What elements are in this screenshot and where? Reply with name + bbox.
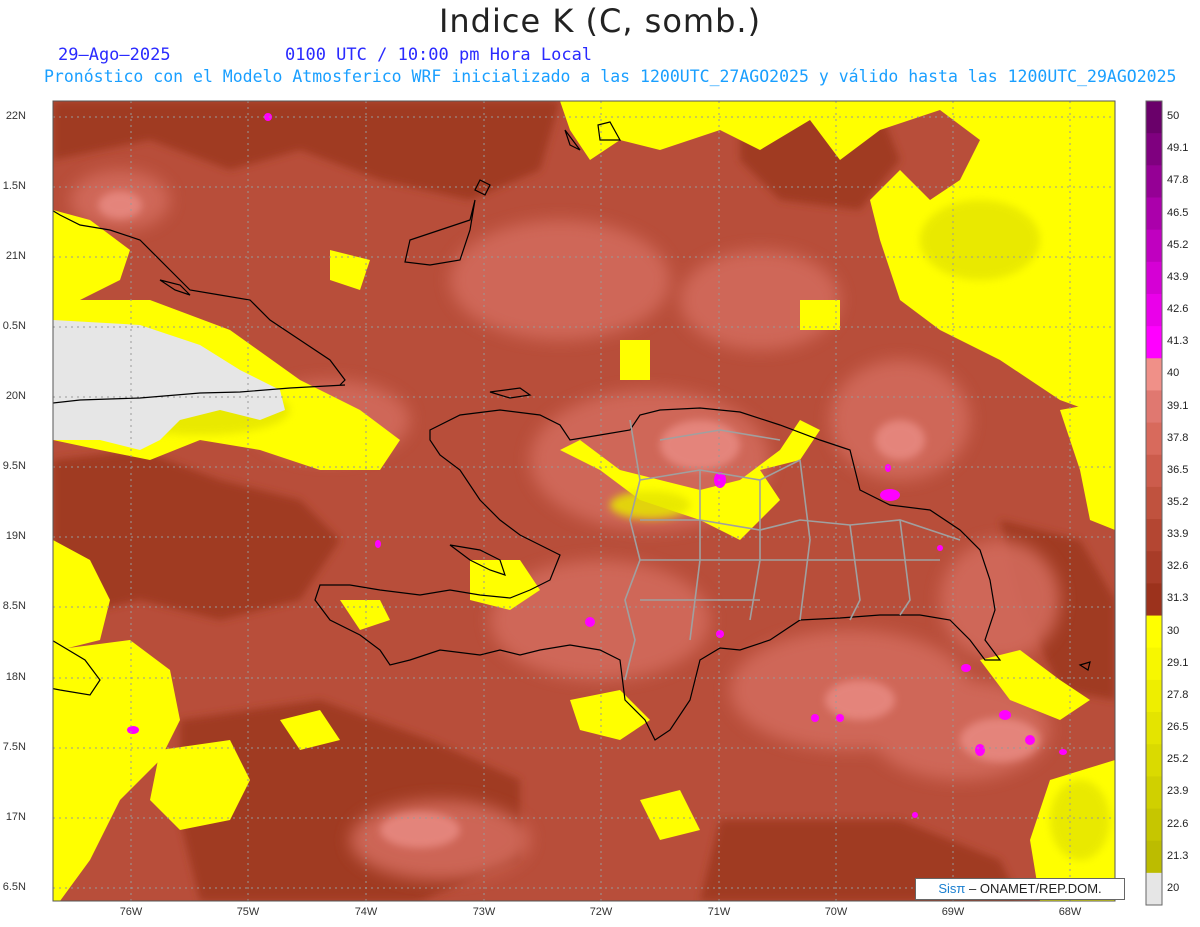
colorbar-swatch xyxy=(1146,872,1162,906)
lon-label: 74W xyxy=(354,906,378,918)
lat-label: 19N xyxy=(5,530,26,542)
colorbar-label: 43.9 xyxy=(1167,270,1189,283)
colorbar-label: 33.9 xyxy=(1167,528,1189,541)
colorbar-label: 26.5 xyxy=(1167,721,1189,734)
k-index-map xyxy=(52,100,1163,906)
colorbar-label: 22.6 xyxy=(1167,817,1189,830)
colorbar-swatch xyxy=(1146,712,1162,745)
lon-label: 70W xyxy=(824,906,848,918)
colorbar-swatch xyxy=(1146,326,1162,359)
lon-label: 71W xyxy=(707,906,731,918)
colorbar-label: 46.5 xyxy=(1167,206,1189,219)
colorbar-swatch xyxy=(1146,551,1162,584)
colorbar-swatch xyxy=(1146,583,1162,617)
colorbar-label: 21.3 xyxy=(1167,849,1189,862)
colorbar-label: 39.1 xyxy=(1167,399,1189,412)
lat-label: 7.5N xyxy=(2,741,26,753)
colorbar-swatch xyxy=(1146,776,1162,810)
lat-label: 9.5N xyxy=(2,460,26,472)
lat-label: 18N xyxy=(5,671,26,683)
colorbar-swatch xyxy=(1146,840,1162,874)
colorbar-label: 45.2 xyxy=(1167,238,1189,251)
lon-label: 72W xyxy=(589,906,613,918)
colorbar-label: 35.2 xyxy=(1167,496,1189,508)
lat-label: 1.5N xyxy=(2,180,26,192)
colorbar-swatch xyxy=(1146,133,1162,166)
colorbar-swatch xyxy=(1146,101,1162,134)
lon-label: 75W xyxy=(236,906,260,918)
colorbar-swatch xyxy=(1146,615,1162,649)
colorbar-label: 49.1 xyxy=(1167,142,1189,155)
colorbar xyxy=(1145,100,1163,906)
colorbar-swatch xyxy=(1146,293,1162,327)
lon-label: 69W xyxy=(941,906,965,918)
lat-label: 0.5N xyxy=(2,320,26,332)
colorbar-label: 42.6 xyxy=(1167,303,1189,316)
lon-label: 76W xyxy=(119,906,143,918)
colorbar-label: 36.5 xyxy=(1167,463,1189,476)
colorbar-swatch xyxy=(1146,197,1162,231)
colorbar-swatch xyxy=(1146,229,1162,263)
colorbar-label: 30 xyxy=(1167,624,1180,637)
colorbar-label: 29.1 xyxy=(1167,656,1189,669)
colorbar-swatch xyxy=(1146,261,1162,295)
lon-label: 68W xyxy=(1058,906,1082,918)
lat-label: 6.5N xyxy=(2,881,26,893)
lat-label: 8.5N xyxy=(2,600,26,612)
colorbar-swatch xyxy=(1146,744,1162,777)
colorbar-swatch xyxy=(1146,422,1162,456)
colorbar-swatch xyxy=(1146,808,1162,842)
lat-label: 21N xyxy=(5,250,26,262)
credit-text: – ONAMET/REP.DOM. xyxy=(968,881,1102,896)
colorbar-swatch xyxy=(1146,165,1162,198)
lat-label: 17N xyxy=(5,811,26,823)
colorbar-swatch xyxy=(1146,454,1162,488)
colorbar-label: 32.6 xyxy=(1167,560,1189,573)
colorbar-label: 31.3 xyxy=(1167,592,1189,605)
colorbar-label: 25.2 xyxy=(1167,753,1189,766)
colorbar-label: 47.8 xyxy=(1167,174,1189,187)
colorbar-label: 41.3 xyxy=(1167,335,1189,348)
colorbar-label: 40 xyxy=(1167,367,1180,380)
colorbar-swatch xyxy=(1146,390,1162,424)
colorbar-label: 50 xyxy=(1167,110,1180,123)
lat-label: 22N xyxy=(5,110,26,122)
colorbar-swatch xyxy=(1146,519,1162,552)
colorbar-label: 37.8 xyxy=(1167,431,1189,444)
colorbar-label: 23.9 xyxy=(1167,785,1189,798)
colorbar-label: 27.8 xyxy=(1167,688,1189,701)
colorbar-swatch xyxy=(1146,358,1162,391)
map-field xyxy=(53,101,1115,901)
colorbar-swatch xyxy=(1146,486,1162,520)
credit-box: Sisπ – ONAMET/REP.DOM. xyxy=(915,878,1125,900)
lat-label: 20N xyxy=(5,390,26,402)
lon-label: 73W xyxy=(472,906,496,918)
colorbar-label: 20 xyxy=(1167,881,1180,894)
sispi-logo: Sisπ xyxy=(938,881,966,896)
colorbar-swatch xyxy=(1146,647,1162,681)
colorbar-swatch xyxy=(1146,679,1162,713)
